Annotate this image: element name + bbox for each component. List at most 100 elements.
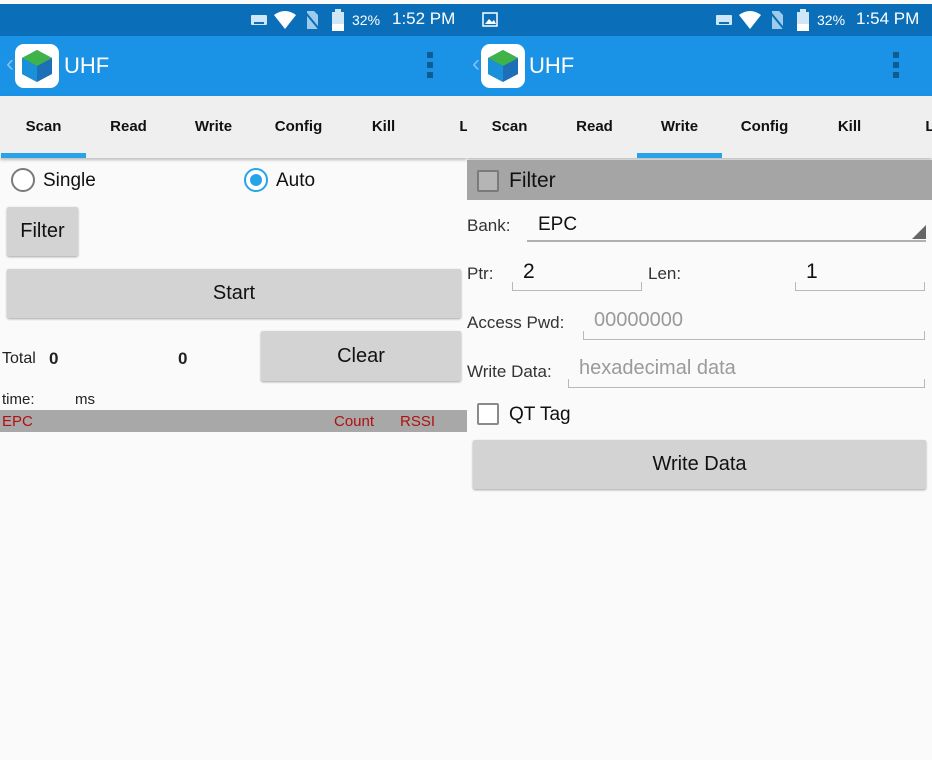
bank-underline (527, 240, 926, 242)
filter-button[interactable]: Filter (7, 207, 78, 256)
qt-tag-checkbox[interactable] (477, 403, 499, 425)
overflow-menu-icon[interactable] (427, 52, 433, 82)
time-unit: ms (75, 391, 95, 408)
tab-label: Lo (925, 118, 932, 135)
keyboard-icon (716, 15, 732, 25)
app-bar: ‹ UHF (0, 36, 467, 96)
app-bar: ‹ UHF (467, 36, 932, 96)
radio-single[interactable]: Single (9, 166, 209, 194)
status-bar: 32% 1:54 PM (467, 4, 932, 36)
no-sim-icon (770, 11, 784, 30)
ptr-value: 2 (523, 260, 535, 283)
app-title: UHF (529, 53, 575, 78)
qt-tag-option[interactable]: QT Tag (475, 401, 675, 429)
access-pwd-placeholder: 00000000 (594, 309, 683, 331)
battery-icon (797, 9, 809, 31)
tab-scan[interactable]: Scan (467, 96, 552, 158)
access-pwd-underline (583, 331, 925, 340)
clear-button[interactable]: Clear (261, 331, 461, 381)
tab-bar: Scan Read Write Config Kill Lo (0, 96, 467, 158)
wifi-icon (739, 11, 761, 29)
tab-write[interactable]: Write (637, 96, 722, 158)
tab-config[interactable]: Config (722, 96, 807, 158)
tab-read[interactable]: Read (552, 96, 637, 158)
access-pwd-label: Access Pwd: (467, 313, 565, 332)
filter-section-header[interactable]: Filter (467, 160, 932, 200)
write-data-input[interactable]: hexadecimal data (568, 351, 926, 389)
tab-lock[interactable]: Lo (892, 96, 932, 158)
scan-screen: 32% 1:52 PM ‹ UHF Scan Read Write Config… (0, 0, 467, 760)
tab-label: Scan (491, 118, 528, 135)
tab-kill[interactable]: Kill (341, 96, 426, 158)
filter-label: Filter (509, 169, 556, 192)
tab-config[interactable]: Config (256, 96, 341, 158)
len-input[interactable]: 1 (795, 254, 926, 292)
battery-icon (332, 9, 344, 31)
len-label: Len: (648, 264, 682, 283)
radio-auto-circle[interactable] (244, 168, 268, 192)
app-logo-icon[interactable] (15, 44, 59, 88)
app-logo-icon[interactable] (481, 44, 525, 88)
bank-select[interactable]: EPC (527, 206, 926, 242)
header-rssi: RSSI (400, 413, 436, 430)
len-value: 1 (806, 260, 818, 283)
tab-selected-indicator (637, 153, 722, 158)
tab-scan[interactable]: Scan (1, 96, 86, 158)
radio-single-label: Single (43, 170, 96, 191)
radio-single-circle[interactable] (11, 168, 35, 192)
table-header-row: EPC Count RSSI (0, 410, 467, 432)
header-count: Count (334, 413, 375, 430)
tab-selected-indicator (1, 153, 86, 158)
bank-label: Bank: (467, 216, 511, 235)
no-sim-icon (305, 11, 319, 30)
status-time: 1:54 PM (856, 9, 920, 28)
tab-label: Write (194, 118, 233, 135)
write-data-underline (568, 379, 925, 388)
app-title: UHF (64, 53, 110, 78)
battery-percent: 32% (352, 12, 381, 28)
radio-auto[interactable]: Auto (242, 166, 442, 194)
tab-label: Write (660, 118, 699, 135)
tab-write[interactable]: Write (171, 96, 256, 158)
tab-kill[interactable]: Kill (807, 96, 892, 158)
write-screen: 32% 1:54 PM ‹ UHF Scan Read Write Config… (467, 0, 932, 760)
write-data-button[interactable]: Write Data (473, 440, 926, 489)
tab-lock[interactable]: Lo (426, 96, 467, 158)
tab-label: Config (740, 118, 789, 135)
back-chevron-icon[interactable]: ‹ (6, 50, 14, 78)
tab-label: Config (274, 118, 323, 135)
total-label: Total (2, 350, 36, 367)
tab-label: Read (110, 118, 147, 135)
tab-label: Lo (459, 118, 467, 135)
tab-label: Kill (371, 118, 396, 135)
ptr-input[interactable]: 2 (512, 254, 643, 292)
qt-tag-label: QT Tag (509, 404, 571, 425)
keyboard-icon (251, 15, 267, 25)
total-value: 0 (49, 349, 59, 368)
tab-label: Kill (837, 118, 862, 135)
write-data-label: Write Data: (467, 362, 552, 381)
start-button[interactable]: Start (7, 269, 461, 318)
status-bar: 32% 1:52 PM (0, 4, 467, 36)
len-underline (795, 282, 925, 291)
header-epc: EPC (2, 413, 33, 430)
overflow-menu-icon[interactable] (893, 52, 899, 82)
tab-bar: Scan Read Write Config Kill Lo (467, 96, 932, 158)
filter-checkbox[interactable] (477, 170, 499, 192)
battery-percent: 32% (817, 12, 846, 28)
ptr-underline (512, 282, 642, 291)
radio-auto-label: Auto (276, 170, 316, 191)
count-value: 0 (178, 349, 188, 368)
bank-value: EPC (538, 214, 578, 235)
wifi-icon (274, 11, 296, 29)
tab-read[interactable]: Read (86, 96, 171, 158)
write-data-placeholder: hexadecimal data (579, 357, 736, 379)
status-time: 1:52 PM (392, 9, 456, 28)
time-label: time: (2, 391, 35, 408)
ptr-label: Ptr: (467, 264, 494, 283)
back-chevron-icon[interactable]: ‹ (472, 50, 480, 78)
access-pwd-input[interactable]: 00000000 (583, 303, 926, 341)
tab-label: Read (576, 118, 613, 135)
dropdown-arrow-icon (912, 225, 926, 239)
tab-label: Scan (25, 118, 62, 135)
